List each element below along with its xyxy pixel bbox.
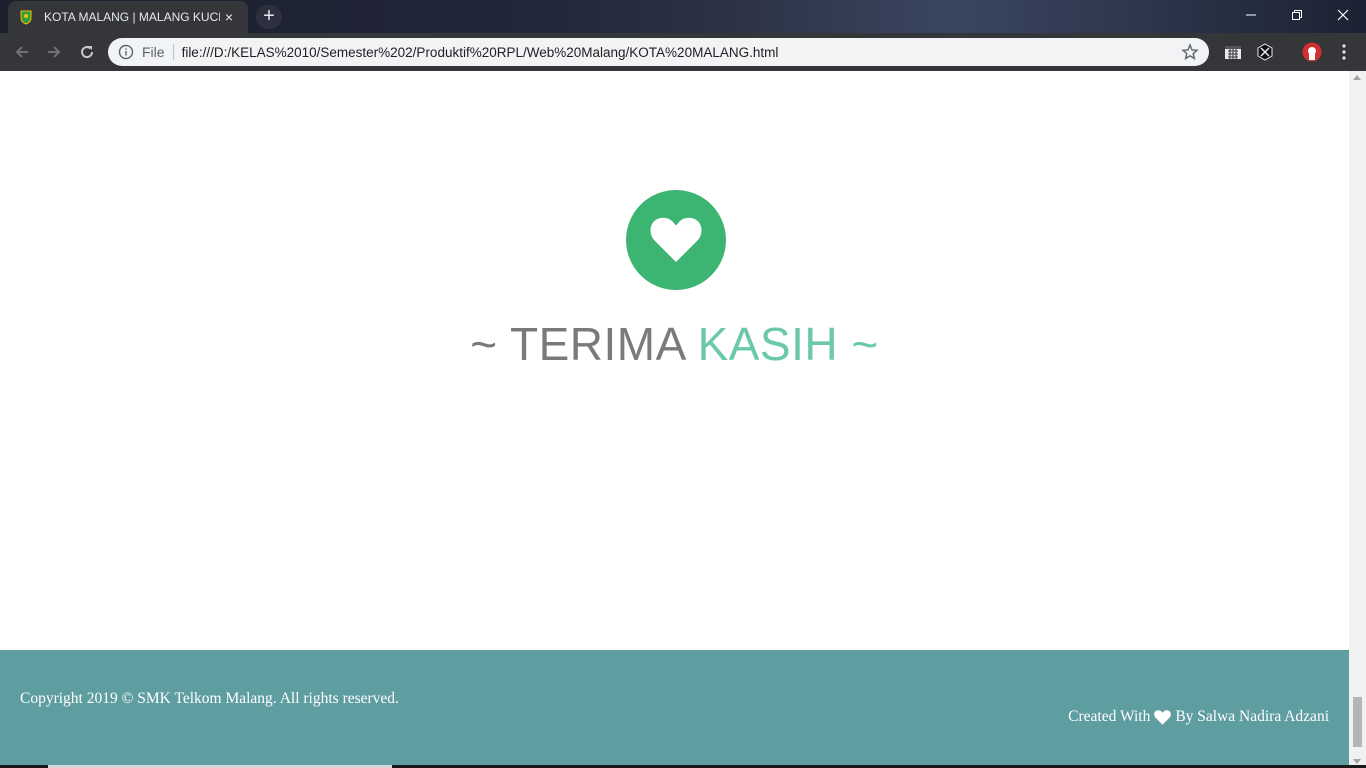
page-footer: Copyright 2019 © SMK Telkom Malang. All … — [0, 650, 1349, 768]
address-divider — [172, 44, 174, 60]
scrollbar-thumb[interactable] — [1353, 697, 1362, 747]
url-text[interactable]: file:///D:/KELAS%2010/Semester%202/Produ… — [182, 45, 779, 60]
copyright-text: Copyright 2019 © SMK Telkom Malang. All … — [20, 690, 399, 707]
tab-close-icon[interactable]: × — [220, 9, 238, 25]
thanks-prefix: ~ TERIMA — [470, 318, 685, 370]
minimize-button[interactable] — [1228, 0, 1274, 30]
bookmark-star-icon[interactable] — [1181, 43, 1199, 61]
browser-tab[interactable]: KOTA MALANG | MALANG KUCECWARA × — [8, 1, 248, 33]
profile-avatar-icon[interactable] — [1302, 42, 1322, 62]
back-arrow-icon — [15, 46, 28, 58]
new-tab-button[interactable]: + — [256, 5, 282, 29]
forward-arrow-icon — [48, 46, 61, 58]
page-content: ~ TERIMA KASIH ~ Copyright 2019 © SMK Te… — [0, 71, 1349, 768]
reload-button[interactable] — [76, 41, 98, 63]
close-icon — [1337, 9, 1349, 21]
back-button[interactable] — [11, 41, 33, 63]
heart-icon — [650, 217, 702, 262]
heart-icon — [1154, 709, 1172, 725]
thanks-highlight: KASIH ~ — [697, 318, 879, 370]
file-scheme-label: File — [142, 44, 165, 60]
page-scrollbar[interactable] — [1349, 71, 1366, 768]
reload-icon — [81, 46, 94, 59]
author-credit: Created With By Salwa Nadira Adzani — [1068, 708, 1329, 726]
extension-exo-icon[interactable] — [1255, 42, 1275, 62]
browser-menu-icon[interactable] — [1334, 42, 1354, 62]
browser-titlebar: KOTA MALANG | MALANG KUCECWARA × + — [0, 0, 1366, 33]
minimize-icon — [1246, 14, 1256, 16]
restore-button[interactable] — [1274, 0, 1320, 30]
browser-toolbar: File file:///D:/KELAS%2010/Semester%202/… — [0, 33, 1366, 71]
forward-button[interactable] — [43, 41, 65, 63]
thank-you-heading: ~ TERIMA KASIH ~ — [0, 317, 1349, 371]
address-bar[interactable]: File file:///D:/KELAS%2010/Semester%202/… — [108, 38, 1209, 66]
created-with-text: Created With — [1068, 708, 1151, 725]
malang-crest-icon — [20, 10, 32, 25]
tab-title: KOTA MALANG | MALANG KUCECWARA — [44, 10, 220, 24]
heart-badge — [626, 190, 726, 290]
scroll-down-arrow-icon[interactable] — [1353, 759, 1361, 764]
scroll-up-arrow-icon[interactable] — [1353, 75, 1361, 80]
extension-calendar-icon[interactable] — [1223, 42, 1243, 62]
restore-icon — [1292, 10, 1302, 20]
author-name: By Salwa Nadira Adzani — [1175, 708, 1329, 725]
close-window-button[interactable] — [1320, 0, 1366, 30]
info-icon[interactable] — [118, 44, 134, 60]
